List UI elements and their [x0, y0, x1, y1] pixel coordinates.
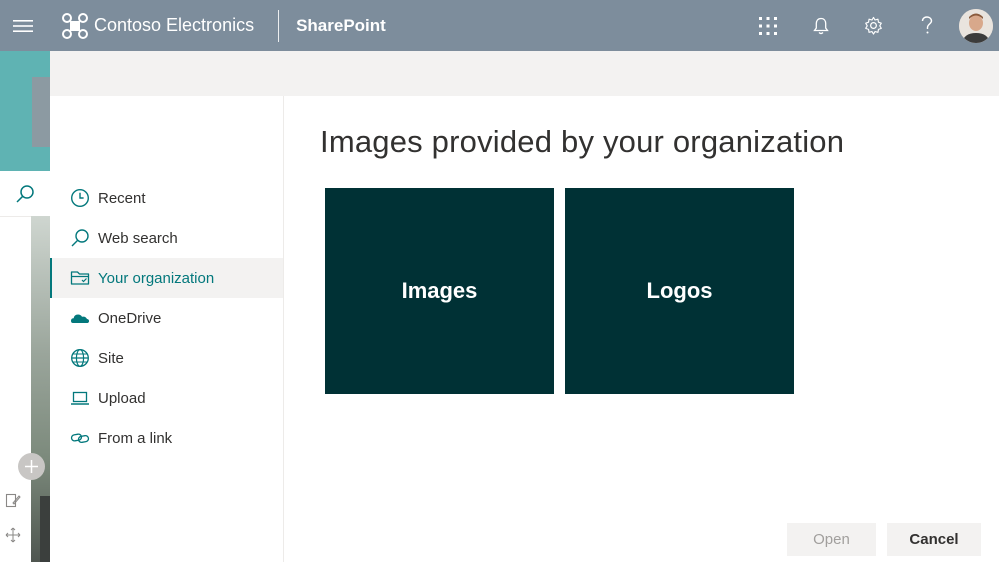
settings-button[interactable]	[847, 0, 900, 51]
page-search-button[interactable]	[0, 171, 50, 217]
nav-label: From a link	[98, 429, 173, 447]
nav-label: OneDrive	[98, 309, 162, 327]
drone-logo-icon	[62, 12, 88, 39]
nav-label: Your organization	[98, 269, 215, 287]
search-icon	[70, 228, 90, 248]
cloud-icon	[70, 308, 90, 328]
nav-item-upload[interactable]: Upload	[50, 378, 283, 418]
page-photo-dark	[40, 496, 50, 562]
folder-tile-logos[interactable]: Logos	[565, 188, 794, 394]
move-webpart-button[interactable]	[4, 526, 22, 544]
link-icon	[70, 428, 90, 448]
source-nav: Recent Web search Your organization OneD…	[50, 96, 284, 562]
bell-icon	[812, 17, 829, 34]
tile-label: Logos	[646, 278, 713, 303]
nav-item-your-organization[interactable]: Your organization	[50, 258, 283, 298]
brand[interactable]: Contoso Electronics	[62, 0, 254, 51]
nav-item-web-search[interactable]: Web search	[50, 218, 283, 258]
suite-actions	[741, 0, 999, 51]
nav-label: Site	[98, 349, 124, 367]
nav-item-site[interactable]: Site	[50, 338, 283, 378]
hamburger-menu-button[interactable]	[0, 0, 46, 51]
hamburger-icon	[13, 19, 33, 32]
plus-icon	[25, 460, 38, 473]
edit-webpart-button[interactable]	[4, 491, 22, 509]
hero-banner	[0, 51, 50, 171]
company-name: Contoso Electronics	[94, 15, 255, 35]
content-pane: Images provided by your organization Ima…	[285, 96, 999, 562]
tile-label: Images	[401, 278, 478, 303]
app-name[interactable]: SharePoint	[296, 16, 386, 36]
nav-label: Recent	[98, 189, 146, 207]
source-nav-list: Recent Web search Your organization OneD…	[50, 178, 283, 458]
page-background	[0, 51, 50, 562]
folder-tile-images[interactable]: Images	[325, 188, 554, 394]
user-avatar[interactable]	[959, 8, 993, 43]
notifications-button[interactable]	[794, 0, 847, 51]
folder-icon	[70, 268, 90, 288]
nav-item-from-a-link[interactable]: From a link	[50, 418, 283, 458]
nav-item-onedrive[interactable]: OneDrive	[50, 298, 283, 338]
page-title: Images provided by your organization	[320, 124, 845, 159]
help-button[interactable]	[900, 0, 953, 51]
help-icon	[921, 16, 932, 34]
app-launcher-icon	[758, 16, 777, 35]
cancel-button[interactable]: Cancel	[887, 523, 981, 556]
dialog-header	[50, 51, 999, 96]
file-picker-dialog: Recent Web search Your organization OneD…	[50, 51, 999, 562]
hero-image	[32, 77, 50, 147]
suite-bar: Contoso Electronics SharePoint	[0, 0, 999, 51]
edit-icon	[5, 493, 21, 508]
gear-icon	[865, 16, 882, 35]
search-icon	[16, 184, 34, 203]
user-photo-icon	[959, 8, 993, 43]
add-section-button[interactable]	[18, 453, 45, 480]
nav-label: Web search	[98, 229, 178, 247]
laptop-icon	[70, 388, 90, 408]
clock-icon	[70, 188, 90, 208]
move-icon	[5, 527, 21, 543]
nav-label: Upload	[98, 389, 146, 407]
suite-divider	[278, 9, 280, 42]
globe-icon	[70, 348, 90, 368]
nav-item-recent[interactable]: Recent	[50, 178, 283, 218]
open-button[interactable]: Open	[787, 523, 876, 556]
app-launcher-button[interactable]	[741, 0, 794, 51]
